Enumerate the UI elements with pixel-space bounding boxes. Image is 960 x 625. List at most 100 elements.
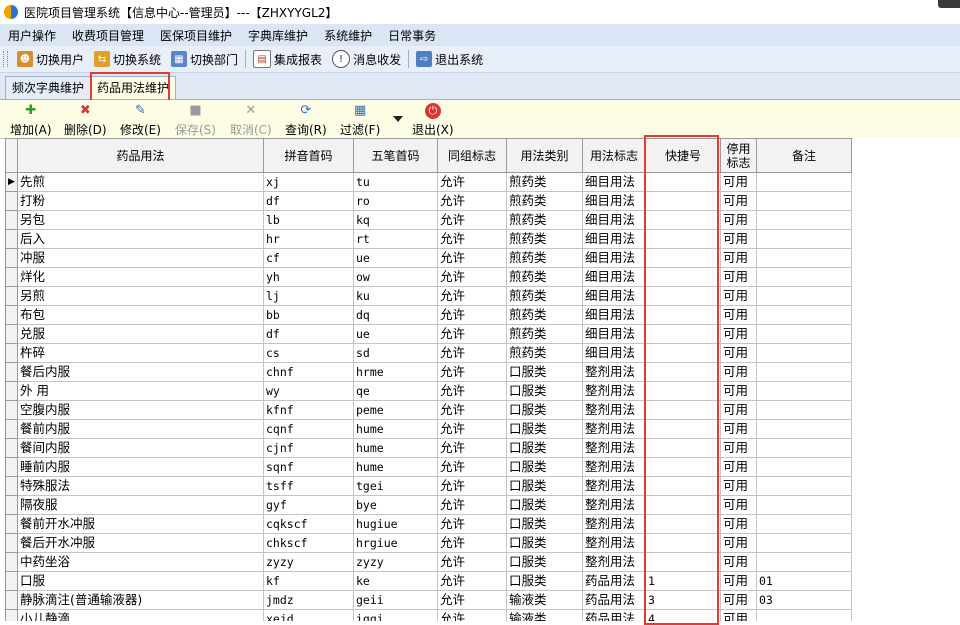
table-cell[interactable]: 允许 xyxy=(437,286,507,306)
table-cell[interactable]: 煎药类 xyxy=(506,210,583,230)
table-row[interactable]: 烊化 yh ow 允许 煎药类 细目用法 可用 xyxy=(5,267,852,287)
table-cell[interactable]: lj xyxy=(263,286,354,306)
table-row[interactable]: 打粉 df ro 允许 煎药类 细目用法 可用 xyxy=(5,191,852,211)
table-cell[interactable]: ow xyxy=(353,267,438,287)
table-cell[interactable]: 整剂用法 xyxy=(582,533,646,553)
column-header[interactable]: 药品用法 xyxy=(17,138,264,173)
table-cell[interactable]: 口服类 xyxy=(506,400,583,420)
table-cell[interactable]: lb xyxy=(263,210,354,230)
table-cell[interactable]: 烊化 xyxy=(17,267,264,287)
table-cell[interactable] xyxy=(756,514,852,534)
table-cell[interactable]: geii xyxy=(353,590,438,610)
table-cell[interactable]: bye xyxy=(353,495,438,515)
table-cell[interactable]: 允许 xyxy=(437,609,507,621)
table-cell[interactable]: 输液类 xyxy=(506,590,583,610)
table-cell[interactable]: 可用 xyxy=(720,514,757,534)
table-cell[interactable]: xj xyxy=(263,172,354,192)
table-cell[interactable]: ue xyxy=(353,248,438,268)
table-cell[interactable]: 另煎 xyxy=(17,286,264,306)
table-cell[interactable]: 另包 xyxy=(17,210,264,230)
table-cell[interactable]: 口服类 xyxy=(506,495,583,515)
table-cell[interactable]: 可用 xyxy=(720,286,757,306)
query-button[interactable]: ⟳ 查询(R) xyxy=(285,103,327,137)
table-cell[interactable]: 可用 xyxy=(720,571,757,591)
table-cell[interactable]: 整剂用法 xyxy=(582,419,646,439)
table-cell[interactable]: 药品用法 xyxy=(582,590,646,610)
row-indicator[interactable] xyxy=(5,400,18,420)
table-cell[interactable]: 允许 xyxy=(437,438,507,458)
table-cell[interactable] xyxy=(645,248,721,268)
table-cell[interactable] xyxy=(645,476,721,496)
table-cell[interactable]: 可用 xyxy=(720,552,757,572)
table-cell[interactable]: 允许 xyxy=(437,362,507,382)
column-header[interactable]: 五笔首码 xyxy=(353,138,438,173)
table-cell[interactable]: 细目用法 xyxy=(582,229,646,249)
add-button[interactable]: ✚ 增加(A) xyxy=(10,103,52,137)
row-indicator[interactable] xyxy=(5,362,18,382)
column-header[interactable]: 快捷号 xyxy=(645,138,721,173)
table-cell[interactable]: 煎药类 xyxy=(506,343,583,363)
table-cell[interactable] xyxy=(645,533,721,553)
table-cell[interactable]: 特殊服法 xyxy=(17,476,264,496)
table-cell[interactable]: 可用 xyxy=(720,381,757,401)
table-cell[interactable]: bb xyxy=(263,305,354,325)
table-cell[interactable]: 细目用法 xyxy=(582,210,646,230)
table-cell[interactable]: hrme xyxy=(353,362,438,382)
table-cell[interactable]: chnf xyxy=(263,362,354,382)
table-row[interactable]: 布包 bb dq 允许 煎药类 细目用法 可用 xyxy=(5,305,852,325)
table-cell[interactable]: 睡前内服 xyxy=(17,457,264,477)
row-indicator[interactable] xyxy=(5,210,18,230)
table-cell[interactable] xyxy=(645,210,721,230)
table-cell[interactable]: gyf xyxy=(263,495,354,515)
table-cell[interactable]: 整剂用法 xyxy=(582,514,646,534)
table-cell[interactable] xyxy=(756,172,852,192)
table-cell[interactable] xyxy=(756,267,852,287)
table-cell[interactable] xyxy=(645,381,721,401)
table-cell[interactable]: 杵碎 xyxy=(17,343,264,363)
row-indicator[interactable] xyxy=(5,495,18,515)
table-cell[interactable]: 细目用法 xyxy=(582,305,646,325)
table-cell[interactable]: 1 xyxy=(645,571,721,591)
table-cell[interactable] xyxy=(645,172,721,192)
table-row[interactable]: 兑服 df ue 允许 煎药类 细目用法 可用 xyxy=(5,324,852,344)
table-cell[interactable] xyxy=(756,248,852,268)
table-cell[interactable] xyxy=(756,400,852,420)
row-indicator[interactable] xyxy=(5,590,18,610)
table-cell[interactable]: 允许 xyxy=(437,495,507,515)
table-cell[interactable]: yh xyxy=(263,267,354,287)
table-cell[interactable]: 4 xyxy=(645,609,721,621)
menu-user-operations[interactable]: 用户操作 xyxy=(0,27,64,44)
table-cell[interactable]: 可用 xyxy=(720,210,757,230)
table-cell[interactable]: 允许 xyxy=(437,210,507,230)
row-indicator[interactable] xyxy=(5,533,18,553)
table-cell[interactable]: 允许 xyxy=(437,248,507,268)
table-cell[interactable]: 整剂用法 xyxy=(582,476,646,496)
table-cell[interactable]: rt xyxy=(353,229,438,249)
menu-charge-items[interactable]: 收费项目管理 xyxy=(64,27,152,44)
save-button[interactable]: ■ 保存(S) xyxy=(175,103,216,137)
table-cell[interactable] xyxy=(645,343,721,363)
table-cell[interactable] xyxy=(756,419,852,439)
exit-button[interactable]: ⏻ 退出(X) xyxy=(412,103,454,137)
message-button[interactable]: ! 消息收发 xyxy=(327,48,406,70)
table-cell[interactable]: 允许 xyxy=(437,590,507,610)
table-cell[interactable]: 允许 xyxy=(437,419,507,439)
table-cell[interactable] xyxy=(756,229,852,249)
table-cell[interactable] xyxy=(645,191,721,211)
table-row[interactable]: 特殊服法 tsff tgei 允许 口服类 整剂用法 可用 xyxy=(5,476,852,496)
table-cell[interactable]: 可用 xyxy=(720,457,757,477)
table-cell[interactable]: 01 xyxy=(756,571,852,591)
table-cell[interactable]: 可用 xyxy=(720,609,757,621)
column-header[interactable]: 用法类别 xyxy=(506,138,583,173)
table-cell[interactable] xyxy=(756,438,852,458)
table-cell[interactable]: 煎药类 xyxy=(506,286,583,306)
table-cell[interactable] xyxy=(645,324,721,344)
table-cell[interactable]: 口服类 xyxy=(506,476,583,496)
table-row[interactable]: 另包 lb kq 允许 煎药类 细目用法 可用 xyxy=(5,210,852,230)
table-cell[interactable]: 可用 xyxy=(720,343,757,363)
table-cell[interactable]: 整剂用法 xyxy=(582,495,646,515)
table-cell[interactable]: 允许 xyxy=(437,514,507,534)
row-indicator[interactable] xyxy=(5,571,18,591)
table-row[interactable]: 另煎 lj ku 允许 煎药类 细目用法 可用 xyxy=(5,286,852,306)
table-row[interactable]: ▶ 先煎 xj tu 允许 煎药类 细目用法 可用 xyxy=(5,172,852,192)
